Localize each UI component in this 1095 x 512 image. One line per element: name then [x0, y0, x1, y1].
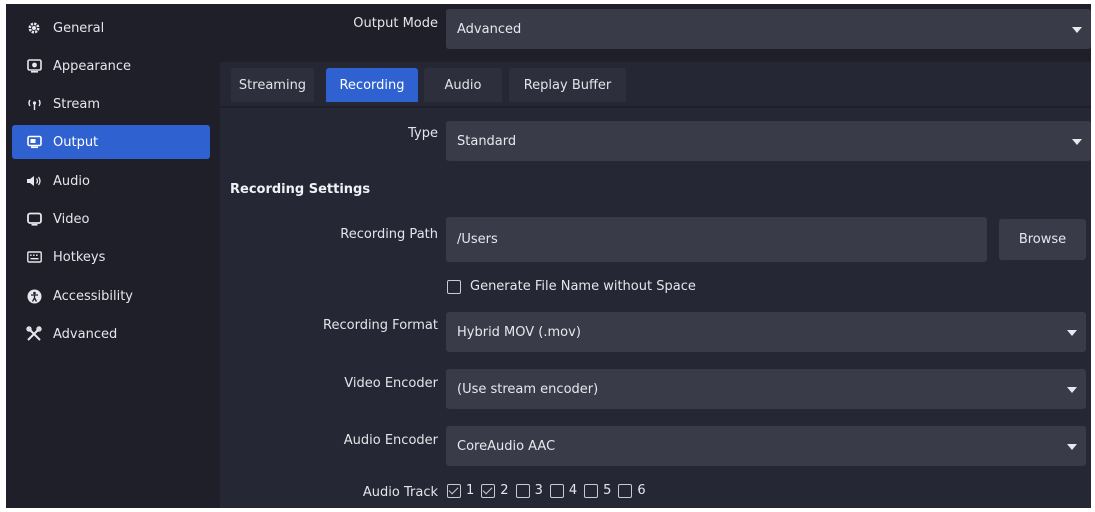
sidebar-item-audio[interactable]: Audio [12, 164, 210, 198]
output-mode-select[interactable]: Advanced [446, 9, 1091, 49]
speaker-icon [26, 173, 42, 189]
recording-path-label: Recording Path [340, 227, 438, 242]
sidebar-item-label: General [53, 20, 105, 36]
audio-encoder-value: CoreAudio AAC [457, 438, 556, 454]
tab-streaming[interactable]: Streaming [231, 68, 314, 102]
sidebar-item-label: Video [53, 211, 90, 227]
chevron-down-icon [1067, 387, 1077, 393]
sidebar-item-video[interactable]: Video [12, 202, 210, 236]
monitor-icon [26, 211, 42, 227]
generate-filename-option[interactable]: Generate File Name without Space [447, 279, 696, 294]
audio-track-1[interactable]: 1 [447, 483, 474, 498]
sidebar-item-label: Output [53, 134, 99, 150]
sidebar-item-label: Audio [53, 173, 90, 189]
output-icon [26, 134, 42, 150]
recording-format-select[interactable]: Hybrid MOV (.mov) [446, 312, 1086, 352]
video-encoder-label: Video Encoder [344, 376, 438, 391]
chevron-down-icon [1072, 27, 1082, 33]
output-mode-value: Advanced [457, 21, 522, 37]
sidebar-item-label: Accessibility [53, 288, 133, 304]
audio-encoder-label: Audio Encoder [343, 433, 438, 448]
sidebar-item-advanced[interactable]: Advanced [12, 317, 210, 351]
appearance-icon [26, 58, 42, 74]
keyboard-icon [26, 249, 42, 265]
type-value: Standard [457, 133, 517, 149]
audio-track-6[interactable]: 6 [618, 483, 646, 498]
audio-track-checkbox[interactable] [481, 483, 496, 498]
audio-track-checkbox[interactable] [549, 483, 564, 498]
audio-track-checkbox[interactable] [515, 483, 530, 498]
output-tabs: Streaming Recording Audio Replay Buffer [220, 62, 1091, 106]
tab-recording[interactable]: Recording [326, 68, 418, 102]
recording-format-label: Recording Format [323, 318, 438, 333]
sidebar-item-appearance[interactable]: Appearance [12, 49, 210, 83]
audio-track-label: Audio Track [362, 485, 438, 500]
recording-settings-heading: Recording Settings [230, 182, 371, 197]
sidebar-item-label: Stream [53, 96, 101, 112]
recording-path-input[interactable]: /Users [446, 217, 987, 262]
audio-encoder-select[interactable]: CoreAudio AAC [446, 426, 1086, 466]
tools-icon [26, 326, 42, 342]
accessibility-icon [26, 288, 42, 304]
recording-format-value: Hybrid MOV (.mov) [457, 324, 581, 340]
sidebar-item-hotkeys[interactable]: Hotkeys [12, 240, 210, 274]
settings-window: General Appearance Stream Output Audio V… [6, 4, 1091, 508]
sidebar-item-accessibility[interactable]: Accessibility [12, 279, 210, 313]
audio-track-checkbox[interactable] [584, 483, 599, 498]
tab-audio[interactable]: Audio [424, 68, 502, 102]
sidebar-item-label: Appearance [53, 58, 132, 74]
audio-track-5[interactable]: 5 [584, 483, 611, 498]
gear-icon [26, 20, 42, 36]
audio-track-4[interactable]: 4 [549, 483, 577, 498]
video-encoder-value: (Use stream encoder) [457, 381, 599, 397]
audio-track-2[interactable]: 2 [481, 483, 509, 498]
sidebar-item-output[interactable]: Output [12, 125, 210, 159]
type-label: Type [408, 126, 438, 141]
video-encoder-select[interactable]: (Use stream encoder) [446, 369, 1086, 409]
generate-filename-label: Generate File Name without Space [470, 279, 696, 294]
sidebar-item-label: Hotkeys [53, 249, 106, 265]
chevron-down-icon [1067, 330, 1077, 336]
audio-track-checkbox[interactable] [447, 483, 461, 498]
output-settings-panel: Output Mode Advanced Streaming Recording… [212, 4, 1091, 508]
sidebar-item-general[interactable]: General [12, 11, 210, 45]
generate-filename-checkbox[interactable] [447, 279, 461, 294]
chevron-down-icon [1072, 139, 1082, 145]
browse-button[interactable]: Browse [999, 219, 1086, 260]
audio-track-checkbox[interactable] [618, 483, 633, 498]
antenna-icon [26, 96, 42, 112]
sidebar: General Appearance Stream Output Audio V… [6, 4, 212, 508]
tab-replay-buffer[interactable]: Replay Buffer [509, 68, 626, 102]
output-mode-label: Output Mode [353, 16, 438, 31]
audio-track-options: 1 2 3 4 5 6 [447, 483, 653, 498]
chevron-down-icon [1067, 444, 1077, 450]
sidebar-item-stream[interactable]: Stream [12, 87, 210, 121]
type-select[interactable]: Standard [446, 121, 1091, 161]
sidebar-item-label: Advanced [53, 326, 118, 342]
audio-track-3[interactable]: 3 [515, 483, 543, 498]
recording-path-value: /Users [457, 232, 498, 247]
